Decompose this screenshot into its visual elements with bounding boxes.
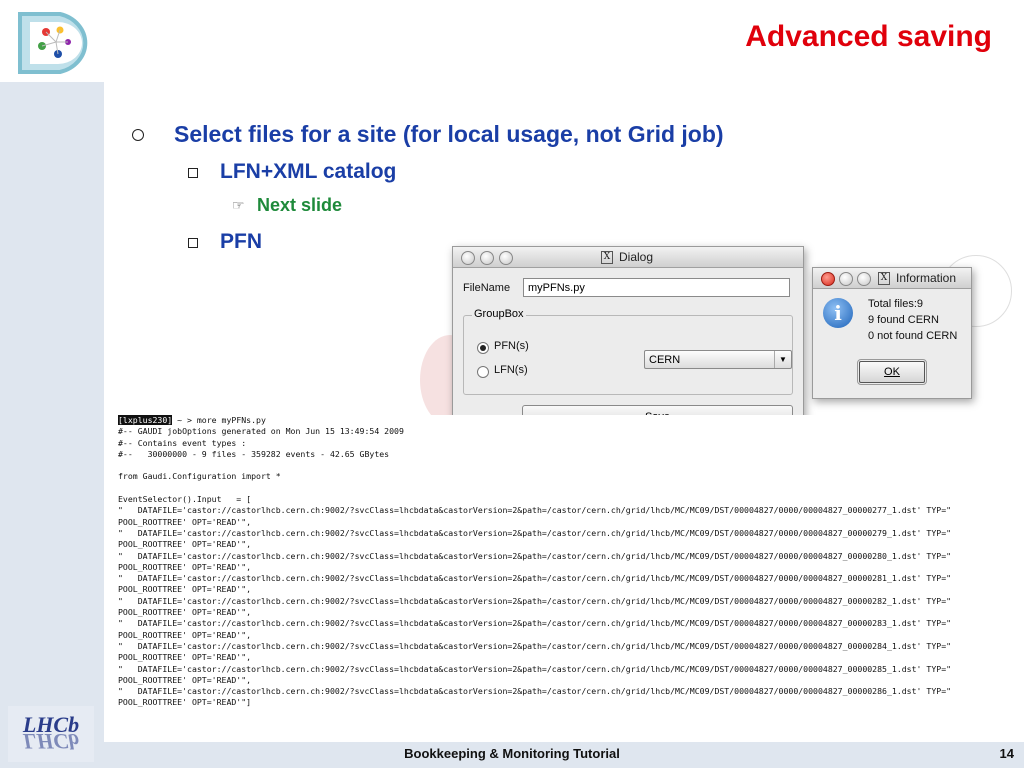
terminal-output: [lxplus230] ~ > more myPFNs.py #-- GAUDI… (118, 415, 996, 733)
terminal-line: " DATAFILE='castor://castorlhcb.cern.ch:… (118, 640, 952, 651)
dialog-title-text: Dialog (619, 250, 654, 264)
terminal-line: " DATAFILE='castor://castorlhcb.cern.ch:… (118, 686, 952, 697)
lfn-radio[interactable] (477, 366, 489, 378)
terminal-line: " DATAFILE='castor://castorlhcb.cern.ch:… (118, 527, 952, 538)
site-select-value: CERN (649, 354, 681, 366)
close-window-button[interactable] (821, 272, 835, 286)
info-message-line: Total files:9 (868, 298, 924, 310)
zoom-window-button[interactable] (857, 272, 871, 286)
groupbox-title: GroupBox (472, 308, 526, 320)
info-message-line: 9 found CERN (868, 314, 939, 326)
lfn-radio-label: LFN(s) (494, 364, 528, 376)
terminal-line: from Gaudi.Configuration import * (118, 471, 281, 482)
bullet-text: Select files for a site (for local usage… (174, 121, 724, 147)
bullet-square-icon (188, 168, 198, 178)
terminal-line: " DATAFILE='castor://castorlhcb.cern.ch:… (118, 595, 952, 606)
shell-command: ~ > more myPFNs.py (172, 415, 266, 425)
pfn-radio-label: PFN(s) (494, 340, 529, 352)
zoom-window-button[interactable] (499, 251, 513, 265)
terminal-lines: #-- GAUDI jobOptions generated on Mon Ju… (118, 426, 996, 708)
slide-title: Advanced saving (745, 20, 992, 53)
bullet-text: PFN (220, 230, 262, 253)
terminal-line: #-- GAUDI jobOptions generated on Mon Ju… (118, 426, 404, 437)
information-window: X Information i Total files:9 9 found CER… (812, 267, 972, 399)
terminal-line: POOL_ROOTTREE' OPT='READ'", (118, 674, 252, 685)
shell-prompt: [lxplus230] (118, 415, 173, 425)
left-band (0, 82, 104, 742)
page-number: 14 (999, 746, 1014, 761)
information-icon: i (823, 298, 853, 328)
d-logo-icon (18, 12, 88, 74)
terminal-line: POOL_ROOTTREE' OPT='READ'", (118, 516, 252, 527)
ok-button-label: OK (884, 366, 900, 378)
terminal-line: POOL_ROOTTREE' OPT='READ'", (118, 652, 252, 663)
pfn-radio[interactable] (477, 342, 489, 354)
site-select[interactable]: CERN ▼ (644, 350, 792, 369)
pointing-hand-icon: ☞ (232, 197, 245, 213)
info-message-line: 0 not found CERN (868, 330, 958, 342)
terminal-line: " DATAFILE='castor://castorlhcb.cern.ch:… (118, 618, 952, 629)
terminal-line: #-- 30000000 - 9 files - 359282 events -… (118, 448, 390, 459)
close-window-button[interactable] (461, 251, 475, 265)
minimize-window-button[interactable] (839, 272, 853, 286)
filename-label: FileName (463, 282, 511, 294)
info-title-text: Information (896, 271, 957, 285)
minimize-window-button[interactable] (480, 251, 494, 265)
terminal-line: POOL_ROOTTREE' OPT='READ'", (118, 629, 252, 640)
x11-icon: X (878, 272, 890, 286)
filename-input[interactable]: myPFNs.py (523, 278, 790, 297)
terminal-line: POOL_ROOTTREE' OPT='READ'", (118, 584, 252, 595)
x11-icon: X (601, 251, 613, 265)
bullet-text: LFN+XML catalog (220, 160, 397, 183)
dialog-title: X Dialog (601, 250, 654, 265)
info-title: X Information (878, 271, 957, 286)
terminal-line: " DATAFILE='castor://castorlhcb.cern.ch:… (118, 573, 952, 584)
terminal-line: #-- Contains event types : (118, 437, 247, 448)
chevron-down-icon: ▼ (774, 351, 791, 368)
terminal-line: POOL_ROOTTREE' OPT='READ'", (118, 607, 252, 618)
terminal-line: " DATAFILE='castor://castorlhcb.cern.ch:… (118, 663, 952, 674)
info-titlebar[interactable]: X Information (813, 268, 971, 289)
ok-button[interactable]: OK (857, 359, 927, 385)
bullet-circle-icon (132, 129, 144, 141)
footer-title: Bookkeeping & Monitoring Tutorial (404, 746, 620, 761)
terminal-line: " DATAFILE='castor://castorlhcb.cern.ch:… (118, 505, 952, 516)
terminal-line: " DATAFILE='castor://castorlhcb.cern.ch:… (118, 550, 952, 561)
bullet-square-icon (188, 238, 198, 248)
bullet-text: Next slide (257, 195, 343, 215)
terminal-line: POOL_ROOTTREE' OPT='READ'"] (118, 697, 252, 708)
dialog-titlebar[interactable]: X Dialog (453, 247, 803, 268)
groupbox: GroupBox PFN(s) LFN(s) CERN ▼ (463, 308, 793, 395)
terminal-command-line: [lxplus230] ~ > more myPFNs.py (118, 415, 996, 426)
terminal-line: POOL_ROOTTREE' OPT='READ'", (118, 539, 252, 550)
terminal-line: EventSelector().Input = [ (118, 494, 252, 505)
terminal-line: POOL_ROOTTREE' OPT='READ'", (118, 561, 252, 572)
